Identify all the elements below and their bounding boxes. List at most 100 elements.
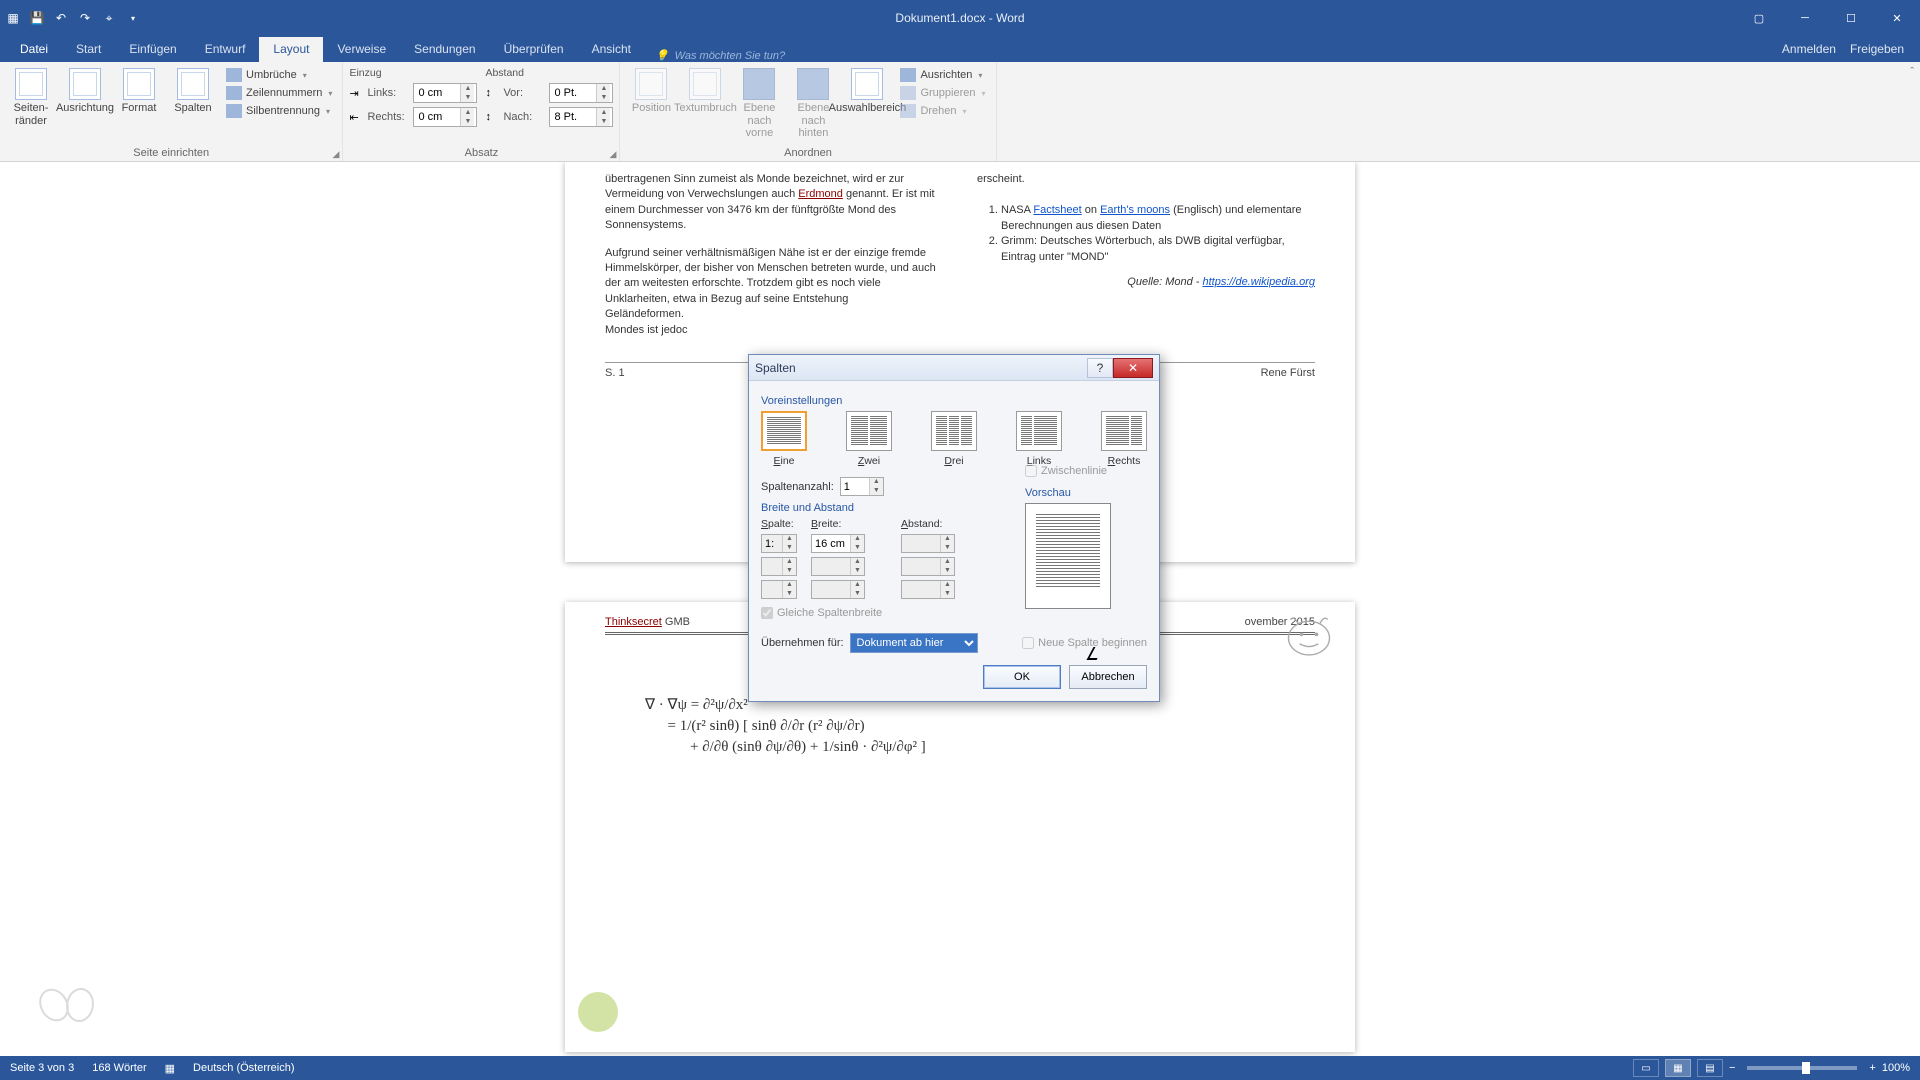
dialog-launcher-icon[interactable]: ◢ <box>333 149 340 160</box>
preset-two[interactable]: Zwei <box>846 411 892 467</box>
tab-insert[interactable]: Einfügen <box>115 37 190 62</box>
status-language[interactable]: Deutsch (Österreich) <box>193 1062 294 1074</box>
size-button[interactable]: Format <box>114 64 164 115</box>
zoom-level[interactable]: 100% <box>1882 1062 1910 1074</box>
body-text: Geländeformen. <box>605 308 684 320</box>
tell-me-search[interactable]: 💡 Was möchten Sie tun? <box>655 49 785 62</box>
new-column-checkbox[interactable]: Neue Spalte beginnen <box>1022 637 1147 649</box>
group-label-page-setup: Seite einrichten <box>133 147 209 159</box>
selection-pane-button[interactable]: Auswahlbereich <box>842 64 892 115</box>
link-wikipedia[interactable]: https://de.wikipedia.org <box>1202 276 1315 288</box>
close-button[interactable]: ✕ <box>1874 0 1920 36</box>
read-mode-button[interactable]: ▭ <box>1633 1059 1659 1077</box>
redo-icon[interactable]: ↷ <box>77 10 93 26</box>
butterfly-decoration <box>40 984 94 1028</box>
title-bar: ▦ 💾 ↶ ↷ ⌖ ▾ Dokument1.docx - Word ▢ ─ ☐ … <box>0 0 1920 36</box>
space-before-input[interactable]: ▲▼ <box>549 83 613 103</box>
page-number: S. 1 <box>605 367 625 379</box>
undo-icon[interactable]: ↶ <box>53 10 69 26</box>
link-erdmond[interactable]: Erdmond <box>798 188 843 200</box>
collapse-ribbon-icon[interactable]: ˆ <box>1910 66 1914 78</box>
presets-heading: Voreinstellungen <box>761 395 1147 407</box>
dialog-close-button[interactable]: ✕ <box>1113 358 1153 378</box>
save-icon[interactable]: 💾 <box>29 10 45 26</box>
indent-right-icon: ⇤ <box>349 111 363 124</box>
ribbon-options-icon[interactable]: ▢ <box>1736 0 1782 36</box>
dialog-titlebar[interactable]: Spalten ? ✕ <box>749 355 1159 381</box>
position-button[interactable]: Position <box>626 64 676 115</box>
tab-file[interactable]: Datei <box>6 37 62 62</box>
dialog-help-button[interactable]: ? <box>1087 358 1113 378</box>
spellcheck-icon[interactable]: ▦ <box>165 1062 175 1075</box>
tab-references[interactable]: Verweise <box>323 37 400 62</box>
ok-button[interactable]: OK <box>983 665 1061 689</box>
send-backward-button[interactable]: Ebene nach hinten <box>788 64 838 140</box>
tab-mailings[interactable]: Sendungen <box>400 37 489 62</box>
share-button[interactable]: Freigeben <box>1850 42 1904 56</box>
line-numbers-label: Zeilennummern <box>246 87 322 99</box>
touch-mode-icon[interactable]: ⌖ <box>101 10 117 26</box>
orientation-button[interactable]: Ausrichtung <box>60 64 110 115</box>
sign-in-link[interactable]: Anmelden <box>1782 42 1836 56</box>
tab-design[interactable]: Entwurf <box>191 37 260 62</box>
word-icon: ▦ <box>5 10 21 26</box>
align-label: Ausrichten <box>920 69 972 81</box>
send-backward-label: Ebene nach hinten <box>788 102 838 140</box>
indent-left-input[interactable]: ▲▼ <box>413 83 477 103</box>
bring-forward-button[interactable]: Ebene nach vorne <box>734 64 784 140</box>
window-title: Dokument1.docx - Word <box>895 11 1024 25</box>
columns-button[interactable]: Spalten <box>168 64 218 115</box>
col1-width-input[interactable]: ▲▼ <box>811 534 865 553</box>
preset-one[interactable]: Eine <box>761 411 807 467</box>
header-company: Thinksecret <box>605 616 662 628</box>
source-label: Quelle: Mond - <box>1127 276 1202 288</box>
tab-start[interactable]: Start <box>62 37 115 62</box>
line-numbers-button[interactable]: Zeilennummern ▾ <box>222 85 336 101</box>
col2-number: ▲▼ <box>761 557 797 576</box>
link-earths[interactable]: Earth's <box>1100 204 1137 216</box>
line-between-checkbox[interactable]: Zwischenlinie <box>1025 465 1145 477</box>
preset-three[interactable]: Drei <box>931 411 977 467</box>
tab-view[interactable]: Ansicht <box>578 37 645 62</box>
size-label: Format <box>122 102 157 115</box>
link-moons[interactable]: moons <box>1137 204 1170 216</box>
space-after-label: Nach: <box>503 111 545 123</box>
zoom-slider[interactable] <box>1747 1066 1857 1070</box>
apply-to-select[interactable]: Dokument ab hier <box>850 633 978 653</box>
minimize-button[interactable]: ─ <box>1782 0 1828 36</box>
space-before-label: Vor: <box>503 87 545 99</box>
margins-label: Seiten- ränder <box>14 102 49 127</box>
group-objects-button[interactable]: Gruppieren▾ <box>896 85 989 101</box>
column-count-input[interactable]: ▲▼ <box>840 477 884 496</box>
group-objects-label: Gruppieren <box>920 87 975 99</box>
columns-dialog: Spalten ? ✕ Voreinstellungen Eine Zwei D… <box>748 354 1160 702</box>
space-after-input[interactable]: ▲▼ <box>549 107 613 127</box>
status-page[interactable]: Seite 3 von 3 <box>10 1062 74 1074</box>
col3-width-input: ▲▼ <box>811 580 865 599</box>
zoom-out-button[interactable]: − <box>1729 1062 1735 1074</box>
maximize-button[interactable]: ☐ <box>1828 0 1874 36</box>
rotate-button[interactable]: Drehen▾ <box>896 103 989 119</box>
chevron-down-icon: ▾ <box>303 71 307 80</box>
status-wordcount[interactable]: 168 Wörter <box>92 1062 146 1074</box>
qat-customize-icon[interactable]: ▾ <box>125 10 141 26</box>
link-factsheet[interactable]: Factsheet <box>1033 204 1081 216</box>
tab-layout[interactable]: Layout <box>259 37 323 62</box>
dialog-launcher-icon[interactable]: ◢ <box>610 149 617 160</box>
breaks-button[interactable]: Umbrüche▾ <box>222 67 336 83</box>
chevron-down-icon: ▾ <box>978 71 982 80</box>
cancel-button[interactable]: Abbrechen <box>1069 665 1147 689</box>
hyphenation-button[interactable]: Silbentrennung▾ <box>222 103 336 119</box>
zoom-in-button[interactable]: + <box>1869 1062 1875 1074</box>
web-layout-button[interactable]: ▤ <box>1697 1059 1723 1077</box>
preset-left[interactable]: Links <box>1016 411 1062 467</box>
margins-button[interactable]: Seiten- ränder <box>6 64 56 127</box>
chevron-down-icon: ▾ <box>328 89 332 98</box>
preset-right[interactable]: Rechts <box>1101 411 1147 467</box>
text-wrap-button[interactable]: Textumbruch <box>680 64 730 115</box>
align-button[interactable]: Ausrichten ▾ <box>896 67 989 83</box>
tab-review[interactable]: Überprüfen <box>490 37 578 62</box>
indent-right-input[interactable]: ▲▼ <box>413 107 477 127</box>
print-layout-button[interactable]: ▦ <box>1665 1059 1691 1077</box>
ribbon-tabs: Datei Start Einfügen Entwurf Layout Verw… <box>0 36 1920 62</box>
